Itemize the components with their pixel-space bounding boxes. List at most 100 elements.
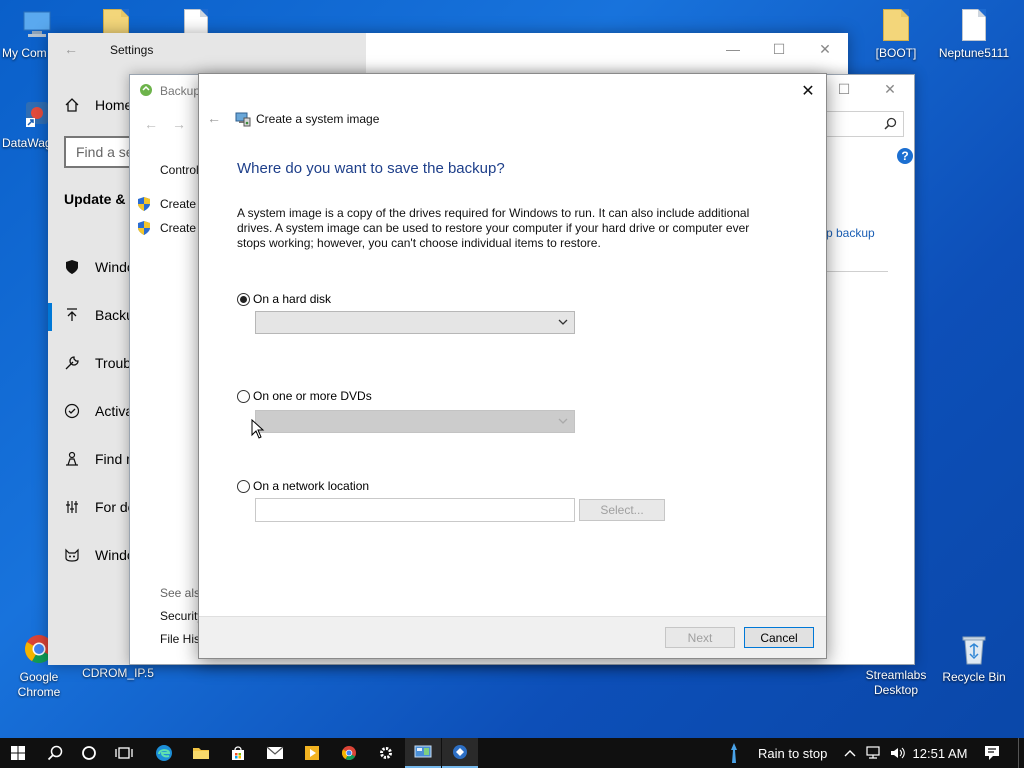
sidebar-item-for-developers[interactable]: For de <box>64 499 135 515</box>
select-button[interactable]: Select... <box>579 499 665 521</box>
desktop-icon-label: [BOOT] <box>875 46 917 60</box>
dialog-description: A system image is a copy of the drives r… <box>237 206 750 250</box>
dvds-dropdown[interactable] <box>255 410 575 433</box>
notification-icon <box>985 746 999 760</box>
document-icon <box>957 8 991 42</box>
sidebar-item-find-my-device[interactable]: Find m <box>64 451 138 467</box>
desktop-icon-label: Recycle Bin <box>942 670 1006 684</box>
cortana-button[interactable] <box>72 738 106 768</box>
desktop-icon-streamlabs[interactable]: Streamlabs Desktop <box>858 668 934 698</box>
create-system-image-link[interactable]: Create a <box>137 196 206 212</box>
taskbar-media-player[interactable] <box>294 738 330 768</box>
sidebar-item-troubleshoot[interactable]: Troub <box>64 355 131 371</box>
folder-file-icon <box>879 8 913 42</box>
sidebar-item-windows-security[interactable]: Windo <box>64 259 135 275</box>
system-image-icon <box>235 111 251 130</box>
volume-tray-button[interactable] <box>886 738 908 768</box>
taskbar-control-panel[interactable] <box>405 738 441 768</box>
back-arrow-icon[interactable]: ← <box>144 116 158 132</box>
forward-arrow-icon[interactable]: → <box>172 116 186 132</box>
create-system-image-dialog: ✕ ← Create a system image Where do you w… <box>198 73 827 659</box>
task-view-icon <box>115 747 133 759</box>
mouse-cursor-icon <box>251 418 265 442</box>
divider <box>826 271 888 272</box>
windows-logo-icon <box>11 746 25 760</box>
desktop-icon-cdrom[interactable]: CDROM_IP.5 <box>80 666 156 681</box>
backup-window-title: Backup <box>160 84 201 98</box>
show-desktop-button[interactable] <box>1018 738 1024 768</box>
taskbar-chrome[interactable] <box>331 738 367 768</box>
weather-widget[interactable]: Rain to stop <box>728 738 840 768</box>
home-icon <box>65 98 79 112</box>
control-panel-icon <box>414 745 432 758</box>
backup-maximize-button[interactable]: ☐ <box>824 75 864 103</box>
taskbar: Rain to stop 12:51 AM <box>0 738 1024 768</box>
sidebar-item-activation[interactable]: Activa <box>64 403 133 419</box>
show-hidden-icons-button[interactable] <box>841 738 859 768</box>
chevron-down-icon <box>558 418 568 424</box>
search-placeholder: Find a se <box>76 144 134 160</box>
help-icon[interactable]: ? <box>897 148 913 164</box>
hard-disk-label[interactable]: On a hard disk <box>253 292 331 306</box>
desktop-icon-recycle-bin[interactable]: Recycle Bin <box>936 632 1012 685</box>
close-button[interactable]: ✕ <box>802 33 848 65</box>
sidebar-item-windows-insider[interactable]: Windo <box>64 547 135 563</box>
dvds-label[interactable]: On one or more DVDs <box>253 389 372 403</box>
setup-backup-link[interactable]: p backup <box>826 226 875 240</box>
taskbar-mail[interactable] <box>257 738 293 768</box>
sidebar-item-backup[interactable]: Backu <box>64 307 134 323</box>
create-repair-disc-link[interactable]: Create a <box>137 220 206 236</box>
sidebar-home[interactable]: Home <box>64 97 132 113</box>
desktop-icon-boot[interactable]: [BOOT] <box>860 8 932 61</box>
see-also-security-link[interactable]: Security <box>160 609 203 623</box>
cancel-button[interactable]: Cancel <box>744 627 814 648</box>
insider-cat-icon <box>65 548 79 562</box>
search-icon <box>884 117 897 130</box>
hard-disk-radio[interactable] <box>237 293 250 306</box>
settings-titlebar: ← Settings — ☐ ✕ <box>48 33 848 66</box>
chrome-icon <box>342 746 356 760</box>
network-icon <box>866 746 880 759</box>
wrench-icon <box>65 356 79 370</box>
taskbar-system-image[interactable] <box>442 738 478 768</box>
back-arrow-icon[interactable]: ← <box>207 110 221 126</box>
action-center-button[interactable] <box>978 738 1006 768</box>
see-also-file-history-link[interactable]: File Hist <box>160 632 203 646</box>
back-arrow-icon[interactable]: ← <box>64 41 78 57</box>
minimize-button[interactable]: — <box>710 33 756 65</box>
network-radio[interactable] <box>237 480 250 493</box>
next-button[interactable]: Next <box>665 627 735 648</box>
clock[interactable]: 12:51 AM <box>910 738 970 768</box>
developer-tools-icon <box>66 501 78 513</box>
dialog-close-button[interactable]: ✕ <box>795 80 821 102</box>
taskbar-settings[interactable] <box>368 738 404 768</box>
window-title: Settings <box>110 43 154 57</box>
network-label[interactable]: On a network location <box>253 479 369 493</box>
uac-shield-icon <box>138 221 150 235</box>
backup-app-icon <box>138 82 154 101</box>
recycle-bin-icon <box>957 632 991 666</box>
cortana-circle-icon <box>82 746 96 760</box>
maximize-button[interactable]: ☐ <box>756 33 802 65</box>
taskbar-store[interactable] <box>220 738 256 768</box>
control-panel-home-link[interactable]: Control <box>160 163 199 177</box>
backup-close-button[interactable]: ✕ <box>868 75 912 103</box>
search-button[interactable] <box>38 738 72 768</box>
home-label: Home <box>95 97 133 113</box>
network-location-input[interactable] <box>255 498 575 522</box>
chevron-up-icon <box>844 750 856 757</box>
search-icon <box>47 745 63 761</box>
task-view-button[interactable] <box>106 738 142 768</box>
chevron-down-icon <box>558 319 568 325</box>
hard-disk-dropdown[interactable] <box>255 311 575 334</box>
desktop-icon-label: Neptune5111 <box>938 46 1010 60</box>
taskbar-file-explorer[interactable] <box>183 738 219 768</box>
network-tray-button[interactable] <box>862 738 884 768</box>
taskbar-edge[interactable] <box>146 738 182 768</box>
start-button[interactable] <box>0 738 36 768</box>
dialog-footer: Next Cancel <box>199 616 826 658</box>
edge-icon <box>156 745 172 761</box>
desktop-icon-neptune[interactable]: Neptune5111 <box>936 8 1012 61</box>
dvds-radio[interactable] <box>237 390 250 403</box>
backup-search-box[interactable] <box>820 111 904 137</box>
